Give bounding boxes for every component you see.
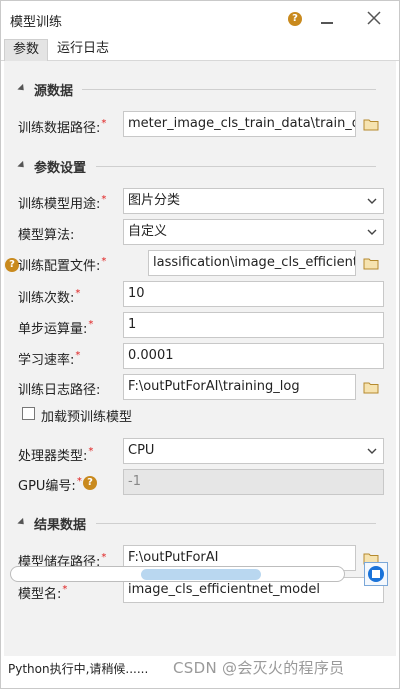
select-value: 图片分类: [128, 193, 181, 208]
section-param-settings[interactable]: 参数设置: [4, 157, 396, 177]
pretrained-checkbox[interactable]: [22, 407, 35, 420]
config-file-input[interactable]: lassification\image_cls_efficientnet.sdt: [148, 250, 356, 276]
epochs-label: 训练次数:*: [18, 288, 81, 306]
folder-icon[interactable]: [363, 381, 379, 394]
processor-select[interactable]: CPU: [123, 438, 384, 464]
tab-params[interactable]: 参数: [4, 39, 49, 61]
required-marker: *: [101, 118, 107, 129]
stop-button[interactable]: [364, 562, 388, 586]
required-marker: *: [101, 552, 107, 563]
section-divider: [96, 166, 376, 167]
chevron-down-icon: [367, 448, 377, 454]
required-marker: *: [101, 194, 107, 205]
help-icon[interactable]: ?: [288, 12, 302, 26]
select-value: CPU: [128, 443, 155, 458]
required-marker: *: [88, 446, 94, 457]
model-usage-label: 训练模型用途:*: [18, 194, 107, 212]
collapse-icon[interactable]: [17, 517, 27, 528]
required-marker: *: [88, 319, 94, 330]
learning-rate-label: 学习速率:*: [18, 350, 81, 368]
processor-label: 处理器类型:*: [18, 446, 94, 464]
section-title: 源数据: [34, 84, 74, 99]
title-bar: 模型训练 ?: [1, 1, 399, 37]
batch-size-label: 单步运算量:*: [18, 319, 94, 337]
close-icon[interactable]: [365, 9, 383, 27]
gpu-id-input[interactable]: -1: [123, 469, 384, 495]
watermark: CSDN @会灭火的程序员: [173, 659, 345, 677]
help-icon[interactable]: ?: [5, 258, 19, 272]
model-algorithm-select[interactable]: 自定义: [123, 219, 384, 245]
tab-run-log[interactable]: 运行日志: [49, 39, 117, 61]
collapse-icon[interactable]: [17, 160, 27, 171]
section-title: 参数设置: [34, 161, 87, 176]
model-usage-select[interactable]: 图片分类: [123, 188, 384, 214]
batch-size-input[interactable]: 1: [123, 312, 384, 338]
train-data-path-input[interactable]: meter_image_cls_train_data\train_data: [123, 111, 356, 137]
config-file-label: 训练配置文件:*: [18, 256, 107, 274]
required-marker: *: [76, 476, 82, 487]
learning-rate-input[interactable]: 0.0001: [123, 343, 384, 369]
section-title: 结果数据: [34, 518, 87, 533]
model-algorithm-label: 模型算法:: [18, 228, 75, 243]
model-name-label: 模型名:*: [18, 584, 68, 602]
section-source-data[interactable]: 源数据: [4, 80, 396, 100]
window-title: 模型训练: [10, 15, 63, 30]
select-value: 自定义: [128, 224, 168, 239]
help-icon[interactable]: ?: [83, 476, 97, 490]
section-divider: [82, 89, 376, 90]
collapse-icon[interactable]: [17, 83, 27, 94]
required-marker: *: [101, 256, 107, 267]
section-result-data[interactable]: 结果数据: [4, 514, 396, 534]
folder-icon[interactable]: [363, 118, 379, 131]
chevron-down-icon: [367, 229, 377, 235]
tab-bar: 参数 运行日志: [1, 37, 399, 61]
required-marker: *: [62, 584, 68, 595]
stop-square: [372, 570, 380, 578]
model-training-window: 模型训练 ? 参数 运行日志 源数据 训练数据路径:* meter_image_…: [0, 0, 400, 689]
status-text: Python执行中,请稍候......: [8, 662, 149, 676]
log-path-label: 训练日志路径:: [18, 383, 101, 398]
train-data-path-label: 训练数据路径:*: [18, 118, 107, 136]
section-divider: [96, 523, 376, 524]
gpu-id-label: GPU编号:*: [18, 476, 82, 494]
log-path-input[interactable]: F:\outPutForAI\training_log: [123, 374, 356, 400]
progress-bar: [10, 566, 345, 582]
required-marker: *: [75, 288, 81, 299]
minimize-icon[interactable]: [319, 11, 335, 25]
required-marker: *: [75, 350, 81, 361]
chevron-down-icon: [367, 198, 377, 204]
folder-icon[interactable]: [363, 257, 379, 270]
epochs-input[interactable]: 10: [123, 281, 384, 307]
progress-indicator: [141, 569, 261, 580]
pretrained-label[interactable]: 加载预训练模型: [41, 406, 132, 425]
